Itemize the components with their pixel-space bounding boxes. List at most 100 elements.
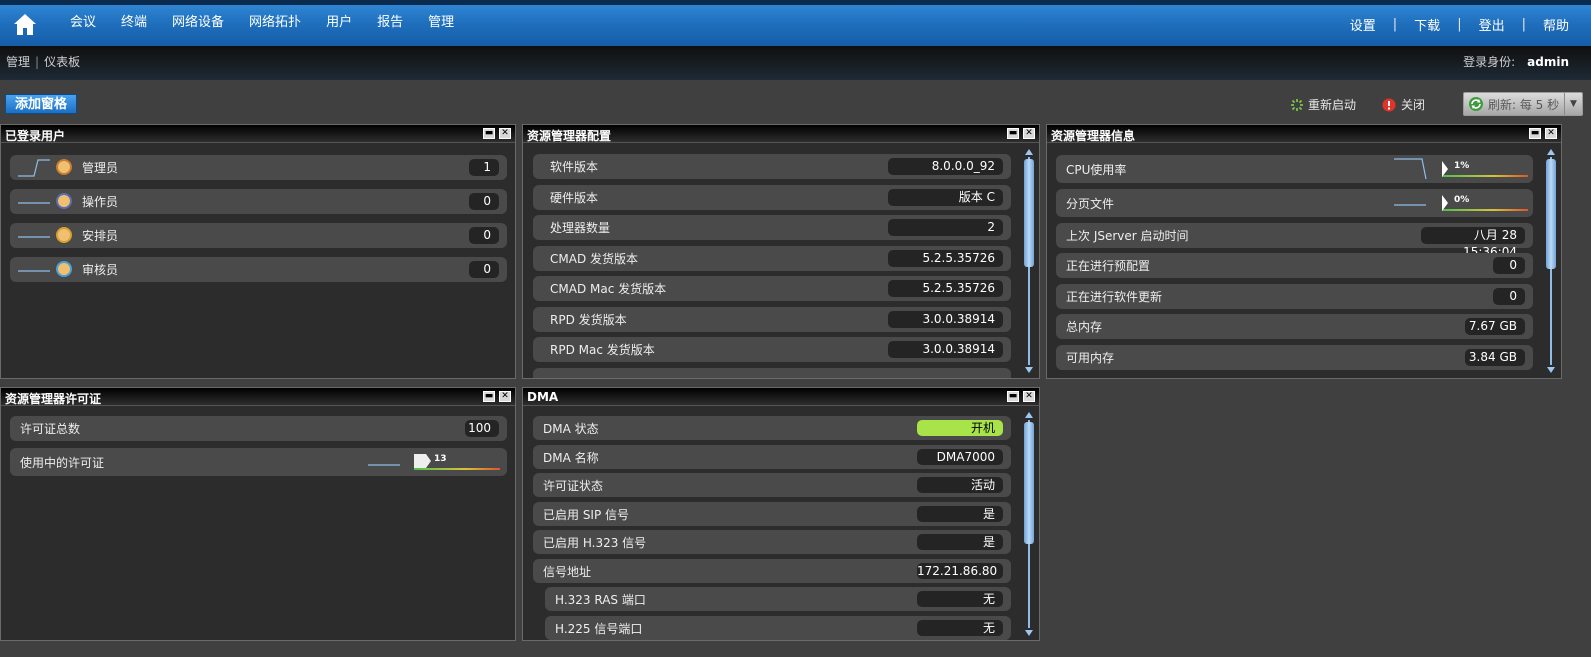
minimize-icon[interactable]: ▬ bbox=[1007, 391, 1019, 402]
minimize-icon[interactable]: ▬ bbox=[1007, 128, 1019, 139]
list-item: 上次 JServer 启动时间 八月 28 15:36:04 bbox=[1056, 223, 1533, 259]
license-gauge-bar bbox=[414, 454, 500, 470]
row-label: 分页文件 bbox=[1066, 196, 1115, 211]
logout-link[interactable]: 登出 bbox=[1479, 15, 1505, 34]
row-label: 正在进行软件更新 bbox=[1066, 290, 1163, 304]
scroll-down-icon[interactable] bbox=[1025, 367, 1033, 373]
help-link[interactable]: 帮助 bbox=[1543, 15, 1569, 34]
scroll-thumb[interactable] bbox=[1024, 422, 1034, 544]
row-label: 已启用 SIP 信号 bbox=[543, 507, 630, 522]
scroll-up-icon[interactable] bbox=[1547, 149, 1555, 155]
row-value: 0 bbox=[1493, 288, 1525, 305]
list-item: 已启用 SIP 信号 是 bbox=[533, 502, 1011, 526]
license-gauge-marker bbox=[414, 454, 431, 468]
list-item: 许可证状态 活动 bbox=[533, 473, 1011, 497]
close-icon[interactable]: ✕ bbox=[1545, 128, 1557, 139]
add-pane-button[interactable]: 添加窗格 bbox=[5, 94, 78, 114]
nav-separator: | bbox=[1521, 17, 1526, 32]
top-nav-bar: 会议 终端 网络设备 网络拓扑 用户 报告 管理 设置 | 下载 | 登出 | … bbox=[0, 0, 1591, 46]
download-link[interactable]: 下载 bbox=[1414, 15, 1440, 34]
chevron-down-icon[interactable]: ▼ bbox=[1564, 93, 1582, 115]
panel-scrollbar[interactable] bbox=[1022, 147, 1036, 377]
row-value: 无 bbox=[917, 620, 1003, 636]
nav-item-admin[interactable]: 管理 bbox=[428, 15, 454, 31]
row-value: 八月 28 15:36:04 bbox=[1421, 227, 1525, 259]
row-label: 使用中的许可证 bbox=[20, 455, 105, 470]
refresh-interval-select[interactable]: 刷新: 每 5 秒 ▼ bbox=[1463, 92, 1583, 116]
row-value: 3.84 GB bbox=[1465, 349, 1525, 366]
cpu-sparkline bbox=[1394, 158, 1427, 180]
home-icon[interactable] bbox=[12, 12, 38, 38]
row-label: H.323 RAS 端口 bbox=[555, 592, 646, 607]
scroll-up-icon[interactable] bbox=[1025, 412, 1033, 418]
close-icon[interactable]: ✕ bbox=[1023, 391, 1035, 402]
panel-scrollbar[interactable] bbox=[1544, 147, 1558, 377]
close-icon[interactable]: ✕ bbox=[499, 391, 511, 402]
list-item: 许可证总数 100 bbox=[10, 416, 507, 441]
row-label: 信号地址 bbox=[543, 564, 592, 579]
scroll-thumb[interactable] bbox=[1546, 159, 1556, 269]
row-label: 管理员 bbox=[82, 161, 119, 175]
row-label: RPD Mac 发货版本 bbox=[550, 343, 655, 357]
panel-header[interactable]: 已登录用户 ▬ ✕ bbox=[1, 125, 515, 143]
scroll-down-icon[interactable] bbox=[1547, 367, 1555, 373]
nav-item-network-devices[interactable]: 网络设备 bbox=[172, 15, 224, 31]
list-item: 总内存 7.67 GB bbox=[1056, 314, 1533, 339]
dma-panel: DMA ▬ ✕ DMA 状态 开机 DMA 名称 DMA7000 许可证状态 活动 已启… bbox=[522, 387, 1040, 641]
nav-item-conference[interactable]: 会议 bbox=[70, 15, 96, 31]
restart-button[interactable]: 重新启动 bbox=[1290, 96, 1356, 113]
refresh-icon bbox=[1469, 97, 1483, 111]
shutdown-button[interactable]: 关闭 bbox=[1382, 96, 1425, 113]
panel-scrollbar[interactable] bbox=[1022, 410, 1036, 640]
panel-header[interactable]: 资源管理器信息 ▬ ✕ bbox=[1047, 125, 1561, 143]
row-value: 0 bbox=[1493, 257, 1525, 274]
row-value: 0 bbox=[469, 261, 499, 278]
scroll-up-icon[interactable] bbox=[1025, 149, 1033, 155]
list-item: H.225 信号端口 无 bbox=[545, 616, 1011, 640]
nav-item-reports[interactable]: 报告 bbox=[377, 15, 403, 31]
scroll-down-icon[interactable] bbox=[1025, 630, 1033, 636]
breadcrumb-root[interactable]: 管理 bbox=[6, 55, 30, 69]
close-icon[interactable]: ✕ bbox=[499, 128, 511, 139]
minimize-icon[interactable]: ▬ bbox=[483, 128, 495, 139]
main-nav: 会议 终端 网络设备 网络拓扑 用户 报告 管理 bbox=[70, 15, 479, 31]
list-item: 硬件版本 版本 C bbox=[533, 185, 1011, 210]
row-label: CMAD Mac 发货版本 bbox=[550, 282, 667, 296]
page-file-sparkline bbox=[1394, 204, 1426, 206]
list-item: 处理器数量 2 bbox=[533, 215, 1011, 240]
row-label: 硬件版本 bbox=[550, 191, 599, 205]
minimize-icon[interactable]: ▬ bbox=[483, 391, 495, 402]
panel-header[interactable]: 资源管理器许可证 ▬ ✕ bbox=[1, 388, 515, 406]
list-item: 已启用 H.323 信号 是 bbox=[533, 530, 1011, 554]
row-value: 0 bbox=[469, 227, 499, 244]
list-item: 正在进行预配置 0 bbox=[1056, 253, 1533, 278]
nav-item-network-topology[interactable]: 网络拓扑 bbox=[249, 15, 301, 31]
close-icon[interactable]: ✕ bbox=[1023, 128, 1035, 139]
minimize-icon[interactable]: ▬ bbox=[1529, 128, 1541, 139]
row-label: DMA 状态 bbox=[543, 421, 599, 436]
row-value: 7.67 GB bbox=[1465, 318, 1525, 335]
breadcrumb-current: 仪表板 bbox=[44, 55, 81, 69]
row-label: RPD 发货版本 bbox=[550, 313, 627, 327]
nav-item-endpoints[interactable]: 终端 bbox=[121, 15, 147, 31]
restart-icon bbox=[1291, 98, 1303, 111]
panel-title: 资源管理器许可证 bbox=[5, 392, 102, 406]
row-value: 5.2.5.35726 bbox=[888, 280, 1003, 297]
panel-header[interactable]: DMA ▬ ✕ bbox=[523, 388, 1039, 406]
cpu-value: 1% bbox=[1454, 161, 1470, 171]
row-label: 审核员 bbox=[82, 263, 119, 277]
cpu-gauge-marker bbox=[1442, 161, 1448, 177]
list-item: H.323 RAS 端口 无 bbox=[545, 587, 1011, 611]
panel-header[interactable]: 资源管理器配置 ▬ ✕ bbox=[523, 125, 1039, 143]
panel-title: 已登录用户 bbox=[5, 129, 66, 143]
scheduler-user-icon bbox=[56, 227, 72, 243]
list-item: DMA 名称 DMA7000 bbox=[533, 445, 1011, 469]
dashboard-toolbar: 添加窗格 重新启动 关闭 刷新: 每 5 秒 ▼ bbox=[0, 80, 1591, 122]
row-label: 总内存 bbox=[1066, 320, 1103, 334]
settings-link[interactable]: 设置 bbox=[1350, 15, 1376, 34]
row-label: 许可证状态 bbox=[543, 478, 604, 493]
scroll-thumb[interactable] bbox=[1024, 159, 1034, 267]
login-user: admin bbox=[1527, 55, 1569, 69]
list-item: 操作员 0 bbox=[10, 189, 507, 214]
nav-item-users[interactable]: 用户 bbox=[326, 15, 352, 31]
